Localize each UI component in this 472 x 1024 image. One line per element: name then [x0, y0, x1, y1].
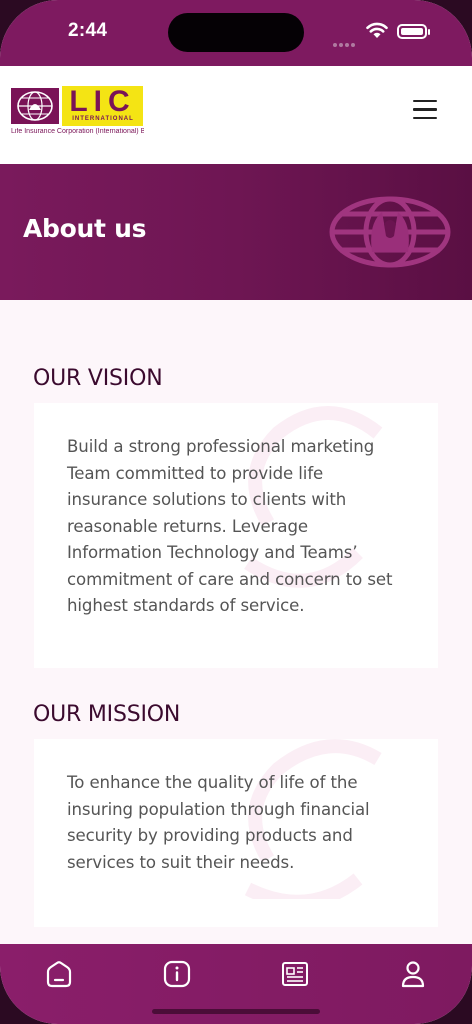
logo-caption: Life Insurance Corporation (Internationa…: [11, 128, 144, 135]
page-title: About us: [23, 214, 147, 243]
phone-screen: 2:44 LIC INTERNATIONAL Life Insurance Co…: [0, 0, 472, 1024]
vision-text: Build a strong professional marketing Te…: [67, 437, 393, 615]
info-icon[interactable]: [161, 958, 193, 990]
status-bar: 2:44: [0, 0, 472, 66]
vision-heading: OUR VISION: [33, 366, 163, 391]
lic-logo[interactable]: LIC INTERNATIONAL Life Insurance Corpora…: [11, 86, 144, 144]
globe-hands-emblem-icon: [329, 196, 451, 268]
dynamic-island: [168, 13, 304, 52]
cellular-signal-icon: [333, 32, 357, 51]
mission-text: To enhance the quality of life of the in…: [67, 773, 370, 872]
about-content: OUR VISION Build a strong professional m…: [0, 300, 472, 944]
hamburger-menu-icon[interactable]: [413, 100, 437, 120]
battery-icon: [397, 24, 430, 39]
logo-letters: LIC: [69, 85, 136, 118]
globe-logo-icon: [11, 88, 59, 124]
app-header: LIC INTERNATIONAL Life Insurance Corpora…: [0, 66, 472, 164]
home-icon[interactable]: [43, 958, 75, 990]
status-time: 2:44: [68, 20, 108, 41]
mission-heading: OUR MISSION: [33, 702, 181, 727]
wifi-icon: [366, 22, 388, 38]
page-banner: About us: [0, 164, 472, 300]
vision-card: Build a strong professional marketing Te…: [34, 403, 438, 668]
logo-subline: INTERNATIONAL: [72, 116, 134, 122]
home-indicator: [152, 1009, 320, 1014]
bottom-tab-bar: [0, 944, 472, 1024]
mission-card: To enhance the quality of life of the in…: [34, 739, 438, 927]
news-icon[interactable]: [279, 958, 311, 990]
profile-icon[interactable]: [397, 958, 429, 990]
